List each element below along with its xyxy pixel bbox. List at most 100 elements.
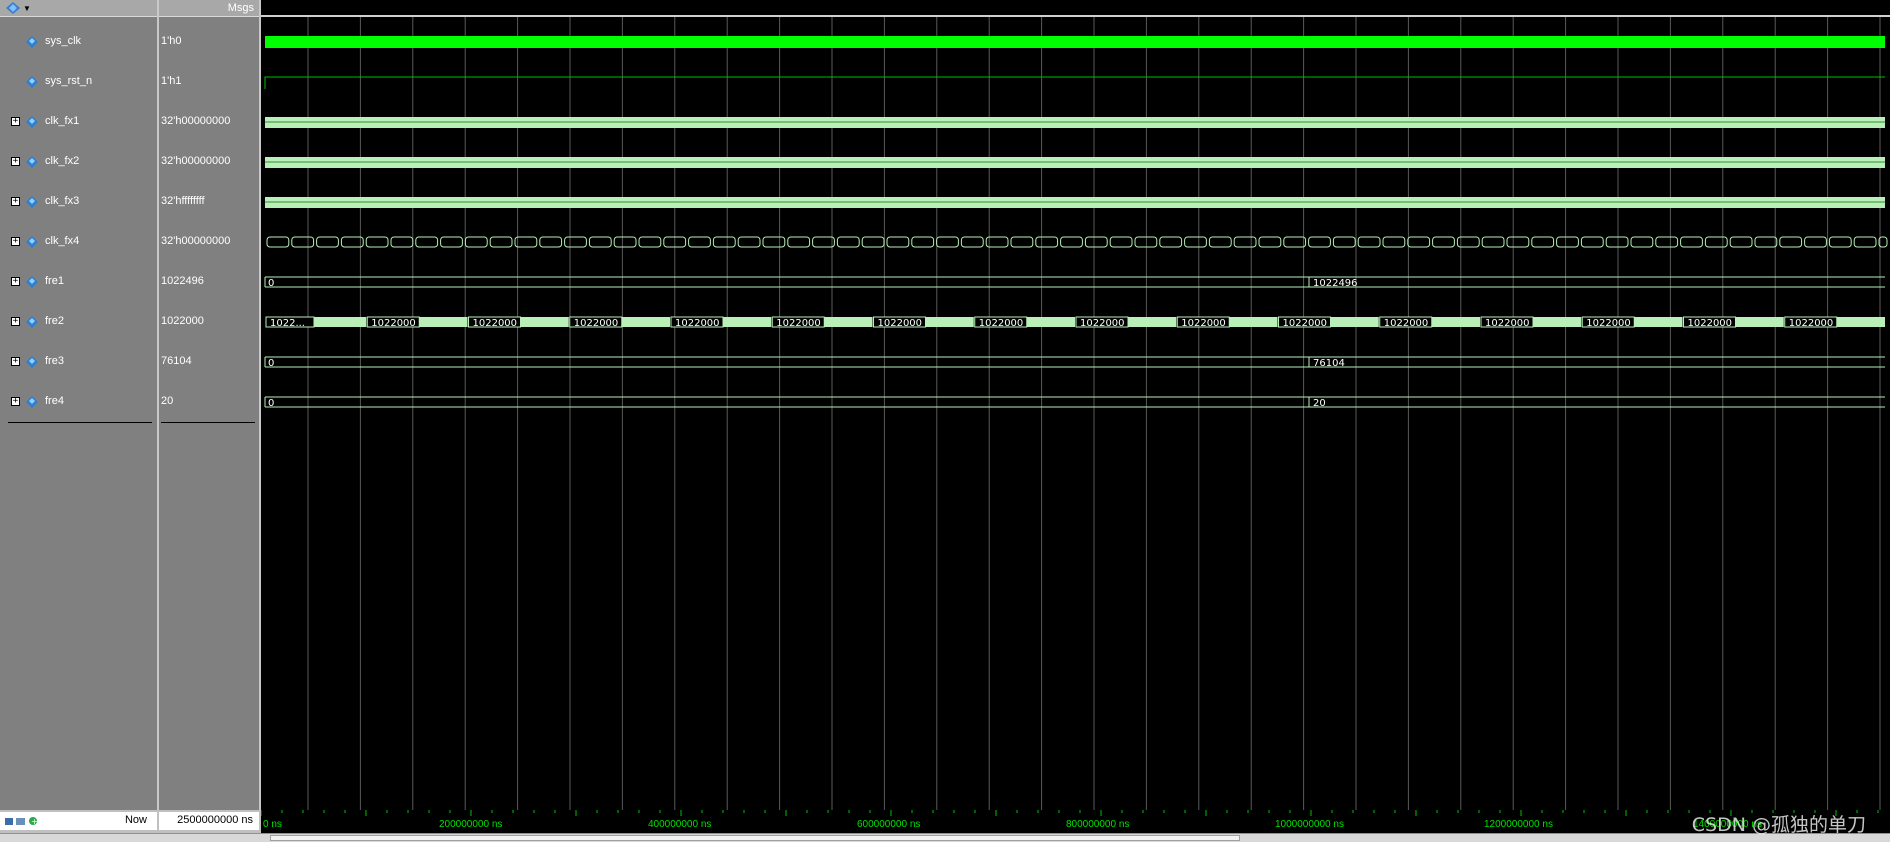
wave-clk_fx4-segment [936, 236, 959, 248]
wave-clk_fx4-segment [1308, 236, 1331, 248]
signal-row-fre2[interactable]: + fre2 [0, 312, 157, 332]
signal-name: sys_rst_n [45, 75, 93, 87]
wave-clk_fx4-segment [564, 236, 587, 248]
wave-clk_fx4-segment [1754, 236, 1778, 248]
wave-value-label: 1022000 [979, 318, 1024, 329]
wave-clk_fx4-segment [1159, 236, 1183, 248]
wave-clk_fx4-segment [1853, 236, 1877, 248]
wave-clk_fx4-segment [1432, 236, 1455, 248]
wave-header [261, 0, 1890, 17]
wave-clk_fx4-segment [588, 236, 612, 248]
wave-value-label: 1022000 [776, 318, 821, 329]
signal-diamond-icon [26, 196, 38, 208]
expand-icon[interactable]: + [11, 157, 20, 166]
wave-value-label: 1022000 [675, 318, 720, 329]
wave-clk_fx4-segment [861, 236, 885, 248]
waveform-canvas[interactable]: 0 1022496 1022... 1022000 1022000 1022000 1022… [261, 17, 1890, 810]
signal-row-clk_fx2[interactable]: + clk_fx2 [0, 152, 157, 172]
time-axis-label: 600000000 ns [857, 819, 921, 830]
wave-clk_fx4-segment [1804, 236, 1827, 248]
signal-diamond-icon [26, 316, 38, 328]
signal-row-sys_rst_n[interactable]: sys_rst_n [0, 72, 157, 92]
expand-icon[interactable]: + [11, 357, 20, 366]
expand-icon[interactable]: + [11, 397, 20, 406]
expand-icon[interactable]: + [11, 117, 20, 126]
wave-clk_fx4-segment [1332, 236, 1356, 248]
wave-clk_fx4-segment [1258, 236, 1282, 248]
wave-value-label: 1022496 [1313, 278, 1358, 289]
wave-clk_fx4-segment [787, 236, 811, 248]
signal-row-clk_fx4[interactable]: + clk_fx4 [0, 232, 157, 252]
expand-icon[interactable]: + [11, 317, 20, 326]
wave-clk_fx4-segment [613, 236, 637, 248]
wave-clk_fx4-segment [688, 236, 711, 248]
wave-clk_fx4-segment [1605, 236, 1629, 248]
signal-name: sys_clk [45, 35, 82, 47]
signal-row-fre1[interactable]: + fre1 [0, 272, 157, 292]
wave-clk_fx4-segment [390, 236, 414, 248]
names-header: ▼ [0, 0, 157, 17]
svg-text:+: + [31, 817, 38, 826]
wave-value-label: 0 [268, 358, 274, 369]
wave-clk_fx4-segment [712, 236, 736, 248]
signal-row-clk_fx3[interactable]: + clk_fx3 [0, 192, 157, 212]
wave-window-icon[interactable] [6, 2, 20, 14]
time-axis[interactable]: 0 ns 200000000 ns 400000000 ns 600000000 n… [261, 810, 1890, 833]
wave-clk_fx4-segment [638, 236, 662, 248]
wave-value-label: 1022000 [473, 318, 518, 329]
signal-row-fre4[interactable]: + fre4 [0, 392, 157, 412]
signal-value: 76104 [161, 355, 192, 367]
time-axis-label: 800000000 ns [1066, 819, 1130, 830]
expand-icon[interactable]: + [11, 197, 20, 206]
wave-clk_fx4-segment [1010, 236, 1034, 248]
wave-clk_fx4-segment [1208, 236, 1232, 248]
wave-clk_fx4-segment [1109, 236, 1133, 248]
expand-icon[interactable]: + [11, 277, 20, 286]
wave-value-label: 1022000 [1080, 318, 1125, 329]
wave-clk_fx4-segment [1531, 236, 1555, 248]
wave-clk_fx4-segment [1357, 236, 1381, 248]
signal-value: 32'h00000000 [161, 235, 231, 247]
wave-clk_fx4-segment [960, 236, 984, 248]
time-axis-label: 200000000 ns [439, 819, 503, 830]
signal-diamond-icon [26, 356, 38, 368]
wave-value-label: 0 [268, 278, 274, 289]
time-axis-start-label: 0 ns [263, 819, 282, 830]
wave-clk_fx4-segment [1184, 236, 1207, 248]
wave-value-label: 0 [268, 398, 274, 409]
signal-value: 32'hffffffff [161, 195, 205, 207]
wave-clk_fx4-segment [1729, 236, 1753, 248]
watermark: CSDN @孤独的单刀 [1691, 814, 1866, 836]
time-axis-label: 400000000 ns [648, 819, 712, 830]
signal-diamond-icon [26, 276, 38, 288]
wave-value-label: 20 [1313, 398, 1326, 409]
wave-value-label: 1022000 [1384, 318, 1429, 329]
chevron-down-icon[interactable]: ▼ [23, 4, 31, 13]
signal-name: clk_fx1 [45, 115, 80, 127]
wave-clk_fx4-segment [1506, 236, 1530, 248]
wave-clk_fx4-segment [836, 236, 860, 248]
signal-value: 1022496 [161, 275, 204, 287]
wave-clk_fx4-segment [1283, 236, 1307, 248]
wave-clk_fx4-segment [911, 236, 935, 248]
expand-icon[interactable]: + [11, 237, 20, 246]
signal-row-clk_fx1[interactable]: + clk_fx1 [0, 112, 157, 132]
signal-name: fre4 [45, 395, 64, 407]
scrollbar-thumb[interactable] [270, 835, 1240, 841]
signal-name: clk_fx2 [45, 155, 80, 167]
signal-row-fre3[interactable]: + fre3 [0, 352, 157, 372]
wave-clk_fx4-segment [1084, 236, 1108, 248]
wave-clk_fx4-segment [1779, 236, 1803, 248]
now-label: Now [124, 814, 147, 826]
cursor-tools-icon[interactable]: + [4, 815, 40, 827]
wave-clk_fx4-segment [1407, 236, 1431, 248]
signal-row-sys_clk[interactable]: sys_clk [0, 32, 157, 52]
wave-clk_fx4-segment [514, 236, 538, 248]
signal-value: 1'h0 [161, 35, 182, 47]
signal-name: clk_fx4 [45, 235, 80, 247]
wave-clk_fx4-segment [1630, 236, 1654, 248]
wave-clk_fx4-segment [1382, 236, 1406, 248]
time-axis-label: 1200000000 ns [1484, 819, 1553, 830]
wave-clk_fx4-segment [1556, 236, 1579, 248]
wave-fre2-activity [309, 317, 367, 327]
